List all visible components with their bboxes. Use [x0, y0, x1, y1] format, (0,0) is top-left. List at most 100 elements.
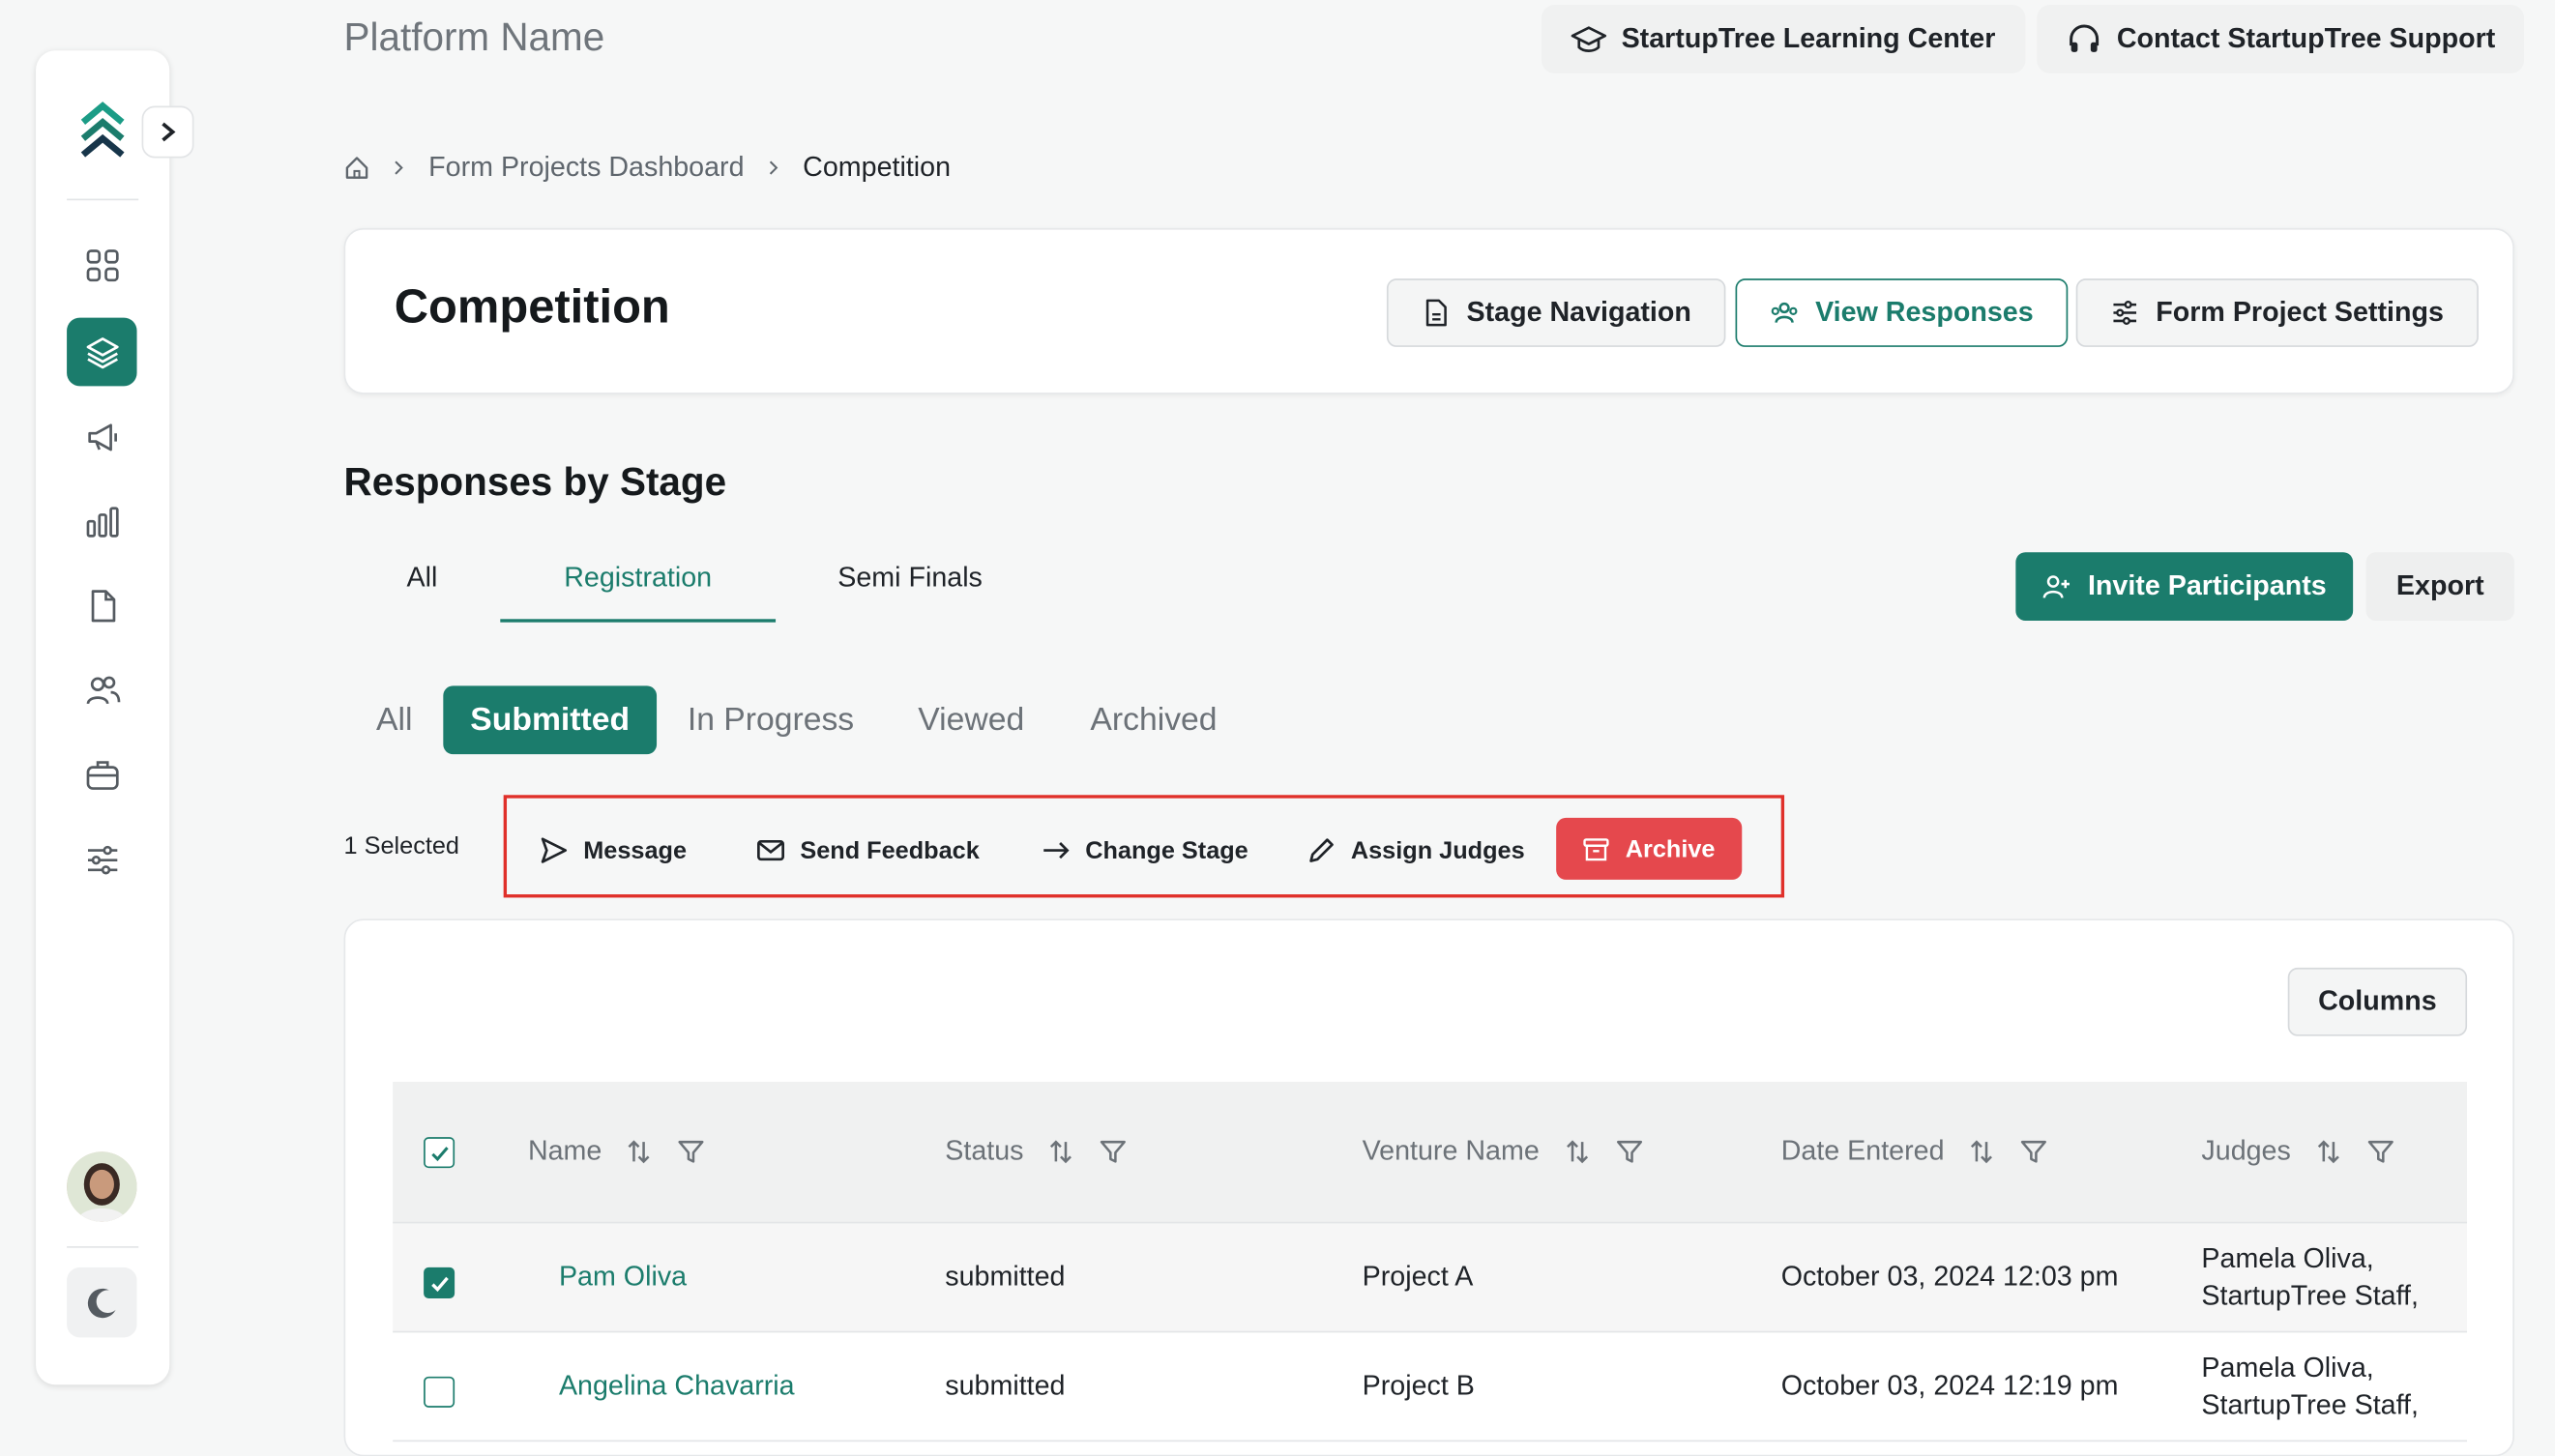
- archive-button[interactable]: Archive: [1556, 817, 1743, 880]
- participant-name-link[interactable]: Pam Oliva: [559, 1261, 687, 1294]
- stage-navigation-button[interactable]: Stage Navigation: [1386, 278, 1726, 347]
- sliders-icon: [2113, 301, 2137, 325]
- sort-icon[interactable]: [1967, 1137, 1996, 1166]
- sort-icon[interactable]: [1046, 1137, 1075, 1166]
- columns-button[interactable]: Columns: [2287, 967, 2468, 1036]
- stage-tab-all[interactable]: All: [344, 562, 501, 595]
- sidebar-item-people[interactable]: [67, 656, 136, 725]
- headphones-icon: [2070, 24, 2100, 52]
- column-header-label: Date Entered: [1780, 1135, 1945, 1167]
- change-stage-button[interactable]: Change Stage: [1042, 821, 1248, 880]
- user-avatar[interactable]: [67, 1151, 137, 1222]
- sidebar-item-ventures[interactable]: [67, 742, 136, 810]
- layers-icon: [85, 337, 118, 369]
- message-button[interactable]: Message: [540, 821, 687, 880]
- status-tab-in-progress[interactable]: In Progress: [673, 685, 868, 754]
- judges-cell: Pamela Oliva, StartupTree Staff, Hulda Z…: [2201, 1352, 2419, 1421]
- select-all-checkbox[interactable]: [424, 1137, 455, 1169]
- table-row[interactable]: Angelina Chavarria submitted Project B O…: [393, 1332, 2468, 1442]
- responses-table: Name Status Venture Name Date Entered Ju…: [393, 1081, 2468, 1455]
- home-icon[interactable]: [344, 155, 370, 181]
- invite-participants-button[interactable]: Invite Participants: [2015, 552, 2354, 621]
- sliders-icon: [87, 845, 117, 875]
- column-header-label: Venture Name: [1362, 1135, 1540, 1167]
- responses-table-card: Columns Name Status Venture Name Date En…: [343, 918, 2514, 1456]
- row-checkbox[interactable]: [424, 1376, 455, 1408]
- send-feedback-label: Send Feedback: [800, 836, 980, 864]
- platform-name: Platform Name: [343, 15, 605, 61]
- status-tab-viewed[interactable]: Viewed: [897, 685, 1044, 754]
- stage-navigation-label: Stage Navigation: [1466, 296, 1691, 328]
- column-header-label: Judges: [2201, 1135, 2291, 1167]
- arrow-right-icon: [1043, 842, 1070, 859]
- column-header-status: Status: [945, 1135, 1128, 1168]
- venture-name-cell: Project A: [1362, 1261, 1474, 1293]
- sidebar-divider: [67, 1246, 139, 1248]
- status-cell: submitted: [945, 1261, 1066, 1293]
- filter-icon[interactable]: [2365, 1137, 2394, 1166]
- filter-icon[interactable]: [2019, 1137, 2048, 1166]
- column-header-label: Status: [945, 1135, 1024, 1167]
- sidebar-item-announcements[interactable]: [67, 402, 136, 471]
- chevron-right-icon: [162, 122, 176, 142]
- sidebar-item-documents[interactable]: [67, 571, 136, 640]
- send-icon: [541, 837, 568, 863]
- change-stage-label: Change Stage: [1085, 836, 1248, 864]
- filter-icon[interactable]: [677, 1137, 706, 1166]
- chevron-right-icon: [769, 160, 778, 175]
- learning-center-button[interactable]: StartupTree Learning Center: [1542, 5, 2025, 73]
- filter-icon[interactable]: [1614, 1137, 1643, 1166]
- sidebar-item-form-projects[interactable]: [67, 317, 137, 387]
- document-icon: [1425, 299, 1447, 327]
- column-header-name: Name: [528, 1135, 706, 1168]
- contact-support-button[interactable]: Contact StartupTree Support: [2037, 5, 2525, 73]
- sidebar-item-dashboard[interactable]: [67, 231, 136, 300]
- page-title: Competition: [394, 281, 670, 335]
- archive-label: Archive: [1625, 834, 1716, 863]
- view-responses-button[interactable]: View Responses: [1735, 278, 2069, 347]
- section-title: Responses by Stage: [343, 460, 727, 506]
- graduation-cap-icon: [1571, 26, 1607, 52]
- project-header-card: Competition Stage Navigation View Respon…: [343, 227, 2514, 394]
- sidebar-item-settings[interactable]: [67, 826, 136, 894]
- send-feedback-button[interactable]: Send Feedback: [756, 821, 980, 880]
- date-entered-cell: October 03, 2024 12:03 pm: [1780, 1261, 2119, 1293]
- column-header-judges: Judges: [2201, 1135, 2394, 1168]
- status-tab-submitted[interactable]: Submitted: [443, 685, 658, 755]
- assign-judges-label: Assign Judges: [1350, 836, 1525, 864]
- bulk-actions-bar: Message Send Feedback Change Stage Assig…: [503, 795, 1785, 898]
- sidebar-divider: [67, 198, 139, 201]
- sort-icon[interactable]: [2313, 1137, 2342, 1166]
- sort-icon[interactable]: [625, 1137, 654, 1166]
- sidebar-item-analytics[interactable]: [67, 487, 136, 556]
- status-tab-all[interactable]: All: [360, 685, 428, 754]
- assign-judges-button[interactable]: Assign Judges: [1307, 821, 1525, 880]
- export-button[interactable]: Export: [2365, 552, 2514, 621]
- breadcrumb-parent[interactable]: Form Projects Dashboard: [428, 152, 744, 185]
- filter-icon[interactable]: [1099, 1137, 1128, 1166]
- moon-icon: [87, 1288, 115, 1318]
- participant-name-link[interactable]: Angelina Chavarria: [559, 1370, 795, 1403]
- document-icon: [90, 590, 115, 623]
- dashboard-icon: [85, 249, 118, 282]
- checkmark-icon: [430, 1275, 448, 1292]
- row-checkbox[interactable]: [424, 1267, 455, 1298]
- sort-icon[interactable]: [1562, 1137, 1591, 1166]
- status-tab-archived[interactable]: Archived: [1071, 685, 1237, 754]
- column-header-venture-name: Venture Name: [1363, 1135, 1644, 1168]
- stage-tab-semi-finals[interactable]: Semi Finals: [776, 562, 1044, 595]
- date-entered-cell: October 03, 2024 12:19 pm: [1780, 1370, 2119, 1402]
- stage-tab-registration[interactable]: Registration: [500, 562, 776, 595]
- startuptree-logo[interactable]: [72, 100, 133, 164]
- briefcase-icon: [85, 761, 118, 790]
- expand-sidebar-button[interactable]: [141, 105, 194, 159]
- venture-name-cell: Project B: [1362, 1370, 1475, 1402]
- archive-icon: [1584, 837, 1610, 860]
- form-project-settings-button[interactable]: Form Project Settings: [2075, 278, 2479, 347]
- checkmark-icon: [430, 1146, 448, 1161]
- add-user-icon: [2043, 575, 2070, 598]
- table-row[interactable]: Pam Oliva submitted Project A October 03…: [393, 1223, 2468, 1333]
- dark-mode-toggle[interactable]: [67, 1267, 137, 1338]
- column-header-date-entered: Date Entered: [1781, 1135, 2049, 1168]
- message-label: Message: [583, 836, 688, 864]
